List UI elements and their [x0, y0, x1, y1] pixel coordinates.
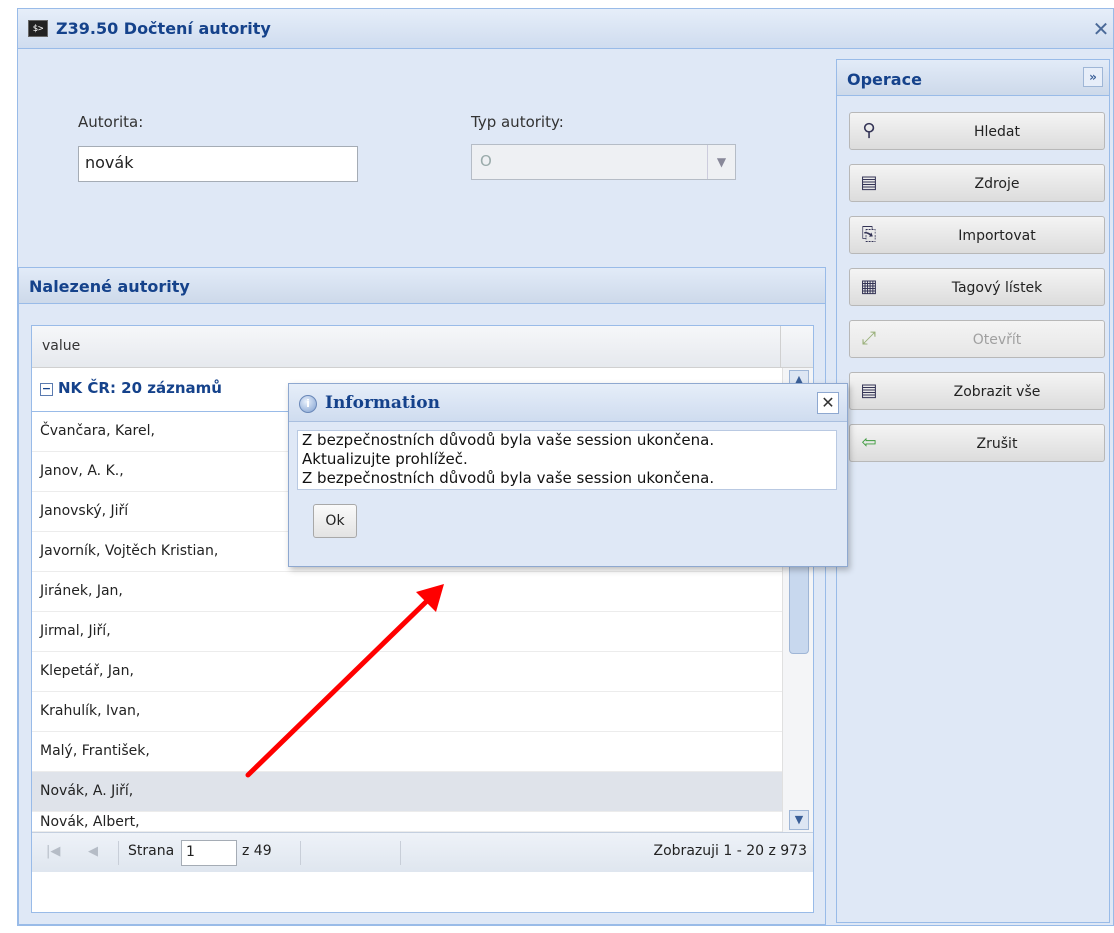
- table-row[interactable]: Malý, František,: [32, 732, 784, 772]
- tagovy-listek-button[interactable]: ▦ Tagový lístek: [849, 268, 1105, 306]
- search-icon: ⚲: [862, 120, 876, 141]
- expand-icon: ⤢: [861, 328, 877, 349]
- grid-header: value: [32, 326, 813, 368]
- otevrit-label: Otevřít: [972, 332, 1022, 348]
- row-value: Čvančara, Karel,: [40, 423, 155, 439]
- otevrit-button[interactable]: ⤢ Otevřít: [849, 320, 1105, 358]
- group-label: NK ČR: 20 záznamů: [58, 379, 222, 397]
- row-value: Klepetář, Jan,: [40, 663, 134, 679]
- list-icon: ▤: [860, 172, 878, 193]
- ok-button[interactable]: Ok: [313, 504, 357, 538]
- row-value: Novák, Albert,: [40, 814, 140, 830]
- operations-panel: Operace » ⚲ Hledat ▤ Zdroje ⎘ Importovat…: [836, 59, 1110, 923]
- hledat-button[interactable]: ⚲ Hledat: [849, 112, 1105, 150]
- page-number-input[interactable]: 1: [181, 840, 237, 866]
- dialog-message: Z bezpečnostních důvodů byla vaše sessio…: [297, 430, 837, 490]
- document-icon: ▦: [860, 276, 878, 297]
- row-value: Novák, A. Jiří,: [40, 783, 134, 799]
- table-row-selected[interactable]: Novák, A. Jiří,: [32, 772, 784, 812]
- dialog-header: i Information ✕: [289, 384, 847, 422]
- results-panel: Nalezené autority value − NK ČR: 20 zázna…: [18, 267, 826, 925]
- back-arrow-icon: ⇦: [861, 432, 877, 453]
- page-count: z 49: [242, 843, 272, 859]
- toolbar-separator: [300, 841, 301, 865]
- dialog-message-line: Aktualizujte prohlížeč.: [302, 450, 468, 468]
- scrollbar-thumb[interactable]: [789, 558, 809, 654]
- page-label: Strana: [128, 843, 175, 859]
- operations-title-text: Operace: [847, 70, 922, 89]
- row-value: Javorník, Vojtěch Kristian,: [40, 543, 219, 559]
- toolbar-separator: [400, 841, 401, 865]
- collapse-group-icon[interactable]: −: [40, 383, 53, 396]
- zdroje-label: Zdroje: [974, 176, 1020, 192]
- zrusit-button[interactable]: ⇦ Zrušit: [849, 424, 1105, 462]
- zobrazit-vse-label: Zobrazit vše: [953, 384, 1041, 400]
- row-value: Krahulík, Ivan,: [40, 703, 141, 719]
- table-row[interactable]: Krahulík, Ivan,: [32, 692, 784, 732]
- table-row[interactable]: Jirmal, Jiří,: [32, 612, 784, 652]
- window-titlebar: $> Z39.50 Dočtení autority ✕: [18, 9, 1113, 49]
- results-panel-title: Nalezené autority: [19, 268, 825, 304]
- toolbar-separator: [118, 841, 119, 865]
- terminal-icon: $>: [28, 20, 48, 37]
- tagovy-listek-label: Tagový lístek: [951, 280, 1043, 296]
- table-row[interactable]: Jiránek, Jan,: [32, 572, 784, 612]
- column-header-value[interactable]: value: [42, 338, 80, 354]
- row-value: Janov, A. K.,: [40, 463, 124, 479]
- list-icon: ▤: [860, 380, 878, 401]
- first-page-icon[interactable]: |◀: [46, 844, 60, 859]
- dialog-message-line: Z bezpečnostních důvodů byla vaše sessio…: [302, 431, 715, 449]
- paging-summary: Zobrazuji 1 - 20 z 973: [653, 843, 807, 859]
- hledat-label: Hledat: [974, 124, 1020, 140]
- table-row[interactable]: Klepetář, Jan,: [32, 652, 784, 692]
- scroll-down-icon[interactable]: ▼: [789, 810, 809, 830]
- window-title: Z39.50 Dočtení autority: [56, 19, 271, 38]
- grid-header-spacer: [780, 326, 813, 367]
- window-close-button[interactable]: ✕: [1091, 19, 1111, 41]
- import-icon: ⎘: [861, 224, 877, 245]
- typ-autority-label: Typ autority:: [471, 113, 564, 131]
- search-form: Autorita: novák Typ autority: O ▼: [18, 51, 826, 257]
- dialog-message-line: Z bezpečnostních důvodů byla vaše sessio…: [302, 469, 715, 487]
- zrusit-label: Zrušit: [976, 436, 1018, 452]
- chevron-down-icon[interactable]: ▼: [707, 145, 735, 179]
- row-value: Janovský, Jiří: [40, 503, 129, 519]
- zdroje-button[interactable]: ▤ Zdroje: [849, 164, 1105, 202]
- importovat-button[interactable]: ⎘ Importovat: [849, 216, 1105, 254]
- typ-autority-value: O: [480, 152, 492, 170]
- row-value: Malý, František,: [40, 743, 150, 759]
- prev-page-icon[interactable]: ◀: [88, 844, 98, 859]
- operations-title: Operace »: [837, 60, 1109, 96]
- row-value: Jirmal, Jiří,: [40, 623, 111, 639]
- dialog-close-button[interactable]: ✕: [817, 392, 839, 414]
- row-value: Jiránek, Jan,: [40, 583, 123, 599]
- paging-toolbar: |◀ ◀ Strana 1 z 49 Zobrazuji 1 - 20 z 97…: [32, 832, 813, 872]
- collapse-panel-icon[interactable]: »: [1083, 67, 1103, 87]
- information-dialog: i Information ✕ Z bezpečnostních důvodů …: [288, 383, 848, 567]
- importovat-label: Importovat: [958, 228, 1036, 244]
- info-icon: i: [299, 395, 317, 413]
- autorita-label: Autorita:: [78, 113, 144, 131]
- dialog-title: Information: [325, 393, 440, 413]
- autorita-input[interactable]: novák: [78, 146, 358, 182]
- typ-autority-select[interactable]: O ▼: [471, 144, 736, 180]
- table-row[interactable]: Novák, Albert,: [32, 812, 784, 832]
- zobrazit-vse-button[interactable]: ▤ Zobrazit vše: [849, 372, 1105, 410]
